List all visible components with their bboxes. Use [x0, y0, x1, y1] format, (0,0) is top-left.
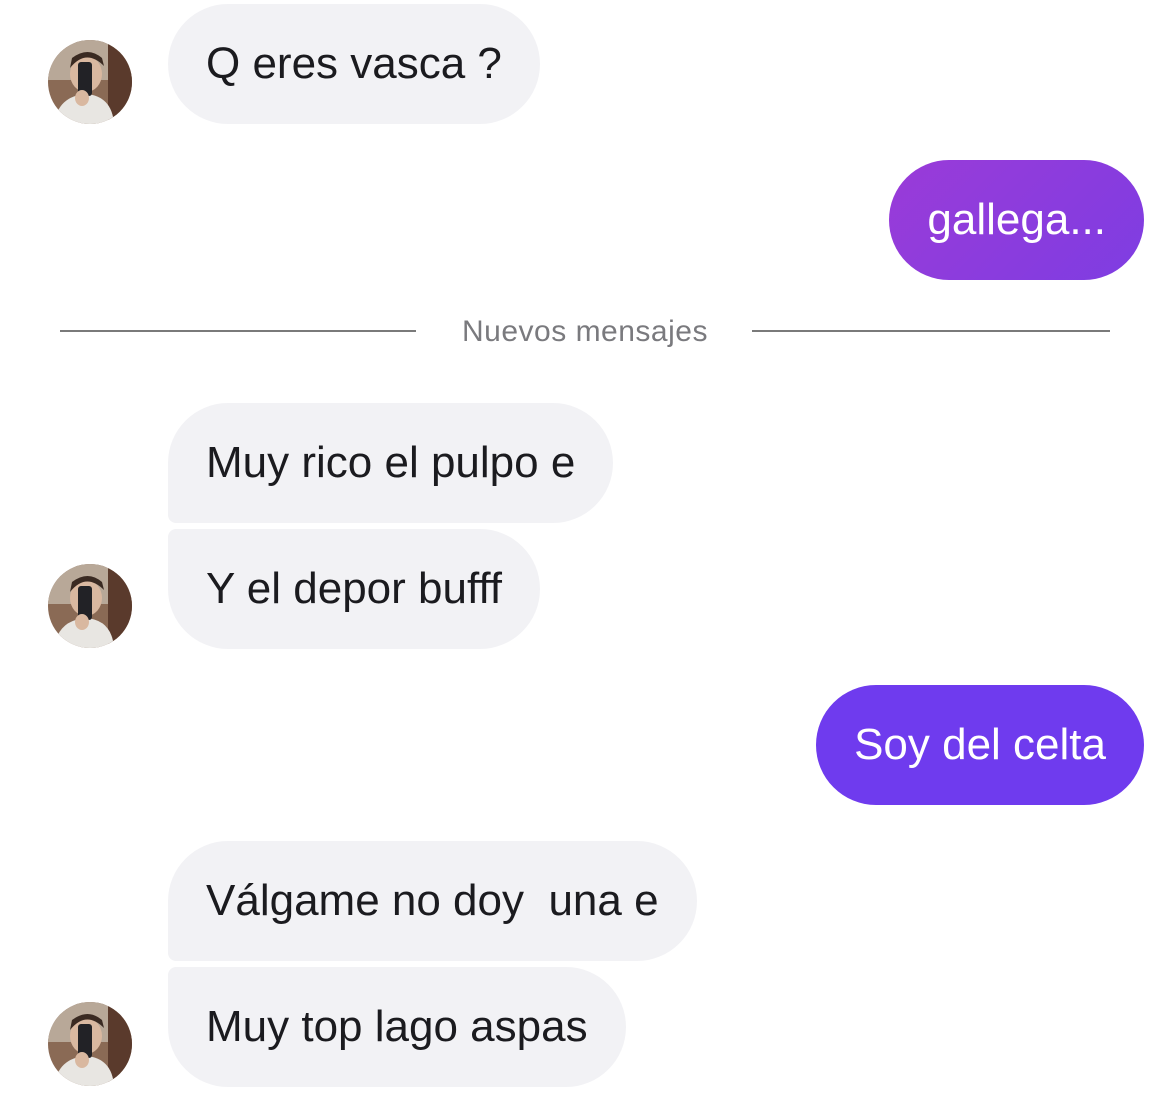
message-bubble-incoming[interactable]: Válgame no doy una e — [168, 841, 697, 961]
message-text: Válgame no doy una e — [206, 876, 659, 925]
message-text: gallega... — [927, 195, 1106, 244]
message-bubble-incoming[interactable]: Muy top lago aspas — [168, 967, 626, 1087]
new-messages-divider: Nuevos mensajes — [462, 315, 708, 348]
divider-line-left — [60, 330, 416, 332]
message-bubble-outgoing[interactable]: gallega... — [889, 160, 1144, 280]
avatar[interactable] — [48, 1002, 132, 1086]
message-text: Soy del celta — [854, 720, 1106, 769]
avatar[interactable] — [48, 40, 132, 124]
message-text: Muy top lago aspas — [206, 1002, 588, 1051]
message-bubble-outgoing[interactable]: Soy del celta — [816, 685, 1144, 805]
message-bubble-incoming[interactable]: Y el depor bufff — [168, 529, 541, 649]
message-text: Muy rico el pulpo e — [206, 438, 576, 487]
avatar-photo-icon — [48, 564, 132, 648]
message-bubble-incoming[interactable]: Muy rico el pulpo e — [168, 403, 614, 523]
message-text: Q eres vasca ? — [206, 39, 502, 88]
divider-line-right — [752, 330, 1110, 332]
message-bubble-incoming[interactable]: Q eres vasca ? — [168, 4, 540, 124]
avatar-photo-icon — [48, 1002, 132, 1086]
avatar[interactable] — [48, 564, 132, 648]
message-text: Y el depor bufff — [206, 564, 503, 613]
avatar-photo-icon — [48, 40, 132, 124]
